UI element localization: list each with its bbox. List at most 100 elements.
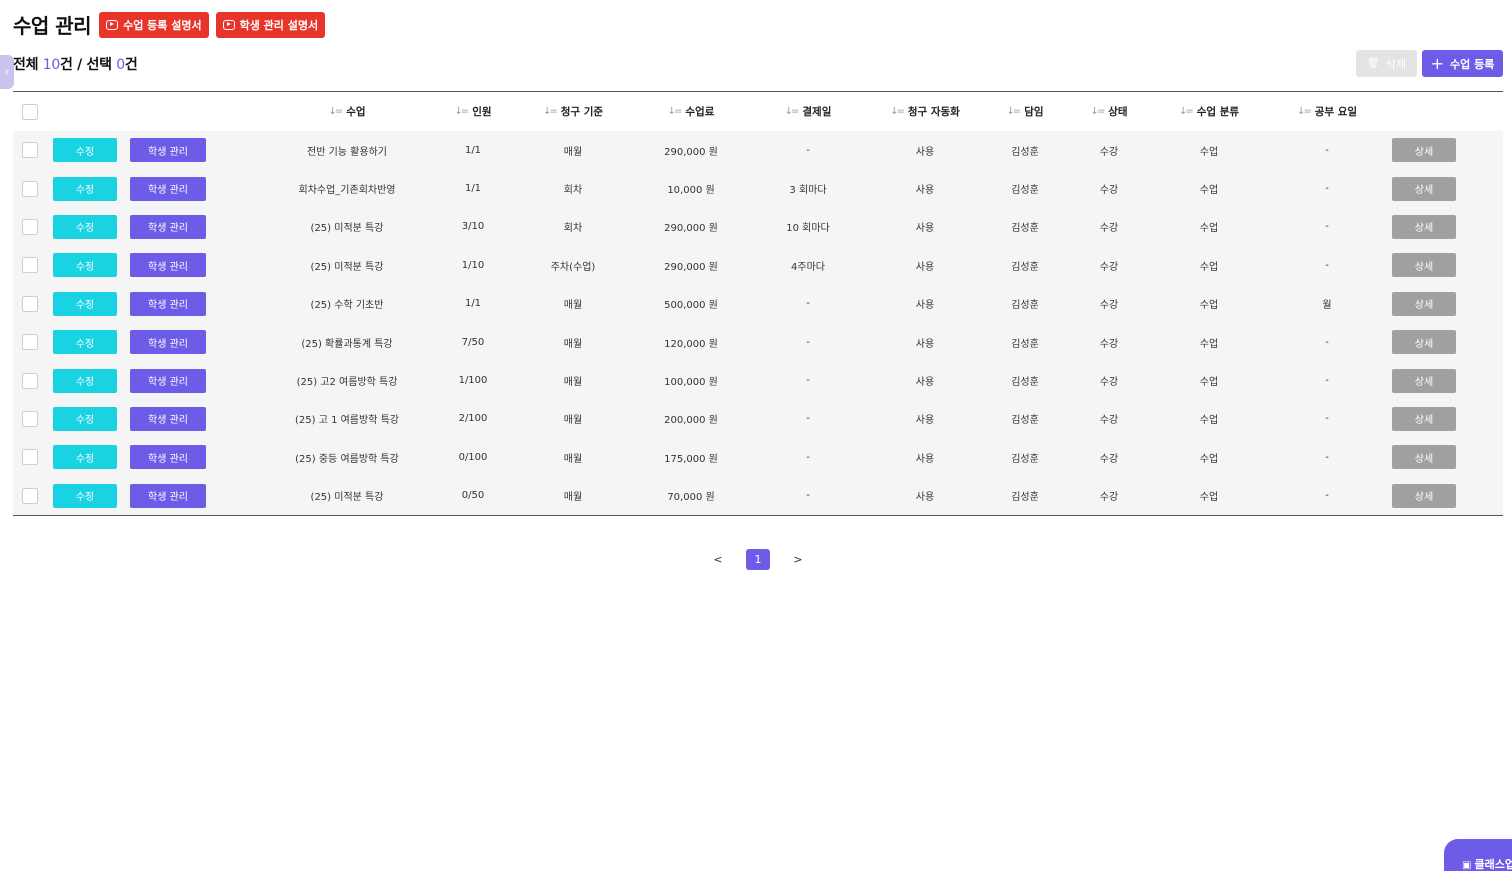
edit-button[interactable]: 수정 xyxy=(53,445,117,470)
course-manual-button[interactable]: 수업 등록 설명서 xyxy=(99,11,209,38)
detail-button[interactable]: 상세 xyxy=(1392,368,1456,393)
video-play-icon xyxy=(106,19,119,30)
tuition-fee-cell: 290,000 원 xyxy=(664,261,718,273)
detail-cell: 상세 xyxy=(1392,246,1456,284)
table-row: 수정 학생 관리 회차수업_기존회차반영 1/1 회차 10,000 원3 회마다 사용 김성… xyxy=(13,169,1503,208)
row-checkbox[interactable] xyxy=(22,180,38,197)
column-header-label: 인원 xyxy=(472,106,492,118)
row-select-cell xyxy=(22,246,38,284)
row-checkbox[interactable] xyxy=(22,487,38,504)
status-cell: 수강 xyxy=(1099,185,1119,197)
detail-cell: 상세 xyxy=(1392,131,1456,169)
course-manual-label: 수업 등록 설명서 xyxy=(123,18,202,32)
classup-floating-button[interactable]: ▣ 클래스업 xyxy=(1444,839,1512,871)
edit-cell: 수정 xyxy=(53,400,117,438)
edit-button[interactable]: 수정 xyxy=(53,406,117,431)
course-name-cell: (25) 미적분 특강 xyxy=(310,261,384,273)
payment-day-cell: 3 회마다 xyxy=(789,185,827,197)
edit-button[interactable]: 수정 xyxy=(53,214,117,239)
column-header-people[interactable]: ↓= 인원 xyxy=(423,92,523,131)
column-header-auto-billing[interactable]: ↓= 청구 자동화 xyxy=(865,92,985,131)
edit-cell: 수정 xyxy=(53,477,117,515)
people-count-cell: 0/100 xyxy=(458,451,488,463)
edit-button[interactable]: 수정 xyxy=(53,330,117,355)
payment-day-cell: 4주마다 xyxy=(791,261,825,273)
payment-day-cell: 10 회마다 xyxy=(786,223,830,235)
student-manage-cell: 학생 관리 xyxy=(130,323,206,361)
column-header-label: 수업 xyxy=(346,106,366,118)
select-all-cell xyxy=(22,92,38,131)
row-checkbox[interactable] xyxy=(22,142,38,159)
study-days-cell: - xyxy=(1325,183,1329,195)
column-header-study-days[interactable]: ↓= 공부 요일 xyxy=(1267,92,1387,131)
student-manage-button[interactable]: 학생 관리 xyxy=(130,445,206,470)
row-checkbox[interactable] xyxy=(22,334,38,351)
column-header-payday[interactable]: ↓= 결제일 xyxy=(748,92,868,131)
detail-button[interactable]: 상세 xyxy=(1392,445,1456,470)
student-manage-button[interactable]: 학생 관리 xyxy=(130,138,206,163)
detail-button[interactable]: 상세 xyxy=(1392,483,1456,508)
category-cell: 수업 xyxy=(1199,261,1219,273)
detail-button[interactable]: 상세 xyxy=(1392,253,1456,278)
detail-button[interactable]: 상세 xyxy=(1392,176,1456,201)
prev-page-button[interactable]: < xyxy=(706,553,730,566)
column-header-category[interactable]: ↓= 수업 분류 xyxy=(1149,92,1269,131)
auto-billing-cell: 사용 xyxy=(915,300,935,312)
student-manage-button[interactable]: 학생 관리 xyxy=(130,406,206,431)
payment-day-cell: - xyxy=(806,451,810,463)
sort-icon: ↓= xyxy=(890,106,905,117)
detail-button[interactable]: 상세 xyxy=(1392,138,1456,163)
student-manage-button[interactable]: 학생 관리 xyxy=(130,368,206,393)
student-manage-button[interactable]: 학생 관리 xyxy=(130,253,206,278)
page-header: 수업 관리 수업 등록 설명서 학생 관리 설명서 xyxy=(13,10,332,39)
detail-button[interactable]: 상세 xyxy=(1392,291,1456,316)
study-days-cell: - xyxy=(1325,144,1329,156)
edit-button[interactable]: 수정 xyxy=(53,483,117,508)
row-checkbox[interactable] xyxy=(22,257,38,274)
video-play-icon xyxy=(222,19,235,30)
table-row: 수정 학생 관리 (25) 미적분 특강 0/50 매월 70,000 원 - 사용 김성훈 수강… xyxy=(13,476,1503,515)
detail-button[interactable]: 상세 xyxy=(1392,406,1456,431)
row-select-cell xyxy=(22,285,38,323)
row-checkbox[interactable] xyxy=(22,372,38,389)
column-header-billing[interactable]: ↓= 청구 기준 xyxy=(513,92,633,131)
delete-button[interactable]: 🗑 삭제 xyxy=(1356,50,1417,77)
row-select-cell xyxy=(22,477,38,515)
student-manual-button[interactable]: 학생 관리 설명서 xyxy=(215,11,326,38)
column-header-label: 담임 xyxy=(1024,106,1044,118)
student-manage-button[interactable]: 학생 관리 xyxy=(130,330,206,355)
study-days-cell: 월 xyxy=(1322,300,1332,312)
select-all-checkbox[interactable] xyxy=(22,103,38,120)
sidebar-toggle-button[interactable]: ‹ xyxy=(0,55,14,89)
row-checkbox[interactable] xyxy=(22,410,38,427)
column-header-fee[interactable]: ↓= 수업료 xyxy=(631,92,751,131)
sort-icon: ↓= xyxy=(1178,106,1194,117)
row-checkbox[interactable] xyxy=(22,218,38,235)
edit-button[interactable]: 수정 xyxy=(53,138,117,163)
detail-button[interactable]: 상세 xyxy=(1392,330,1456,355)
row-checkbox[interactable] xyxy=(22,449,38,466)
student-manage-button[interactable]: 학생 관리 xyxy=(130,214,206,239)
column-header-course[interactable]: ↓= 수업 xyxy=(247,92,447,131)
category-cell: 수업 xyxy=(1199,377,1219,389)
edit-button[interactable]: 수정 xyxy=(53,253,117,278)
chevron-left-icon: ‹ xyxy=(4,64,10,80)
trash-icon: 🗑 xyxy=(1367,58,1380,69)
next-page-button[interactable]: > xyxy=(786,553,810,566)
edit-button[interactable]: 수정 xyxy=(53,368,117,393)
edit-button[interactable]: 수정 xyxy=(53,291,117,316)
sort-icon: ↓= xyxy=(1006,106,1021,117)
student-manage-button[interactable]: 학생 관리 xyxy=(130,291,206,316)
student-manage-button[interactable]: 학생 관리 xyxy=(130,176,206,201)
study-days-cell: - xyxy=(1325,413,1329,425)
student-manage-button[interactable]: 학생 관리 xyxy=(130,483,206,508)
add-course-button[interactable]: + 수업 등록 xyxy=(1422,50,1503,77)
total-unit: 건 xyxy=(59,57,73,73)
edit-button[interactable]: 수정 xyxy=(53,176,117,201)
detail-button[interactable]: 상세 xyxy=(1392,214,1456,239)
auto-billing-cell: 사용 xyxy=(915,415,935,427)
page-number-button[interactable]: 1 xyxy=(746,549,770,570)
row-checkbox[interactable] xyxy=(22,295,38,312)
row-select-cell xyxy=(22,323,38,361)
column-header-status[interactable]: ↓= 상태 xyxy=(1059,92,1159,131)
